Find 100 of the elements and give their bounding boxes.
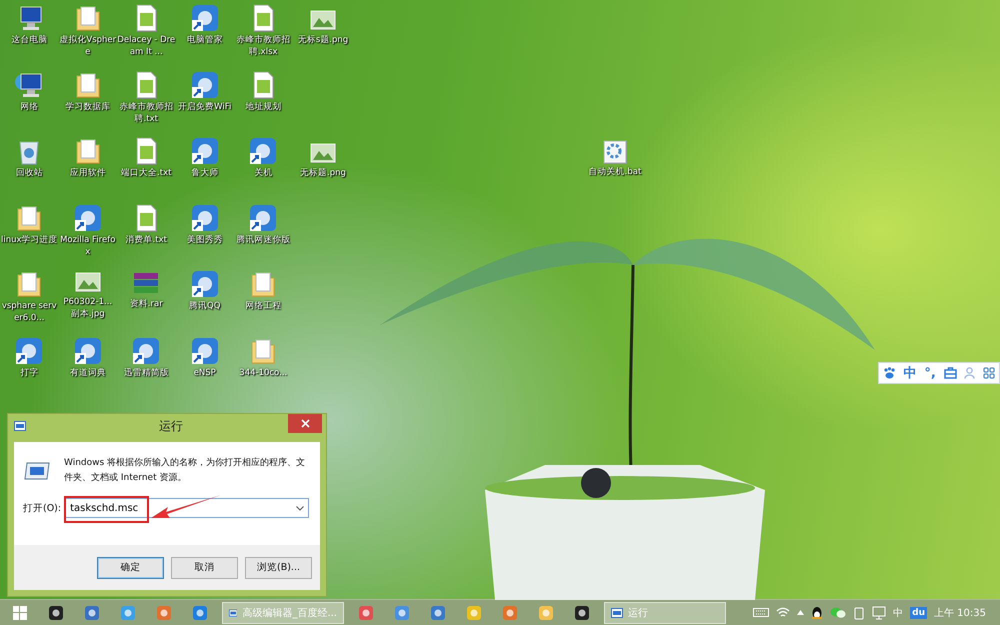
document-icon (134, 137, 158, 165)
windows-logo-icon[interactable] (13, 606, 27, 620)
punctuation-toggle[interactable]: °, (924, 366, 936, 380)
dialog-button[interactable]: 浏览(B)... (245, 556, 312, 578)
desktop-icon-label[interactable]: 这台电脑 (0, 34, 58, 46)
image-file-icon (74, 270, 101, 294)
dialog-title: 运行 (158, 418, 184, 434)
device-icon[interactable] (853, 606, 866, 620)
document-icon (251, 70, 276, 98)
desktop-icon-label[interactable]: 无标题.png (294, 167, 352, 179)
desktop-icon-label[interactable]: vsphare server6.0... (0, 300, 58, 324)
clock[interactable]: 上午 10:35 (934, 606, 986, 620)
network-icon[interactable] (872, 606, 886, 620)
archive-books-icon (132, 270, 160, 296)
close-button[interactable] (288, 414, 322, 433)
desktop-icon-label[interactable]: 开启免费WiFi (176, 100, 234, 112)
wifi-icon[interactable] (776, 607, 790, 618)
app-icon (74, 204, 102, 232)
folder-icon (16, 270, 42, 298)
folder-icon (250, 336, 276, 364)
ime-indicator[interactable]: 中 (893, 606, 904, 620)
desktop-icon-label[interactable]: 赤峰市教师招聘.txt (117, 100, 176, 124)
chevron-up-icon[interactable] (797, 610, 804, 615)
globe-monitor-icon (14, 70, 44, 98)
desktop-icon-label[interactable]: 学习数据库 (58, 100, 117, 112)
baidu-tray-icon[interactable]: du (910, 606, 927, 618)
gear-file-icon (603, 140, 627, 164)
desktop-icon-label[interactable]: 电脑管家 (176, 34, 234, 46)
app-icon (190, 70, 219, 98)
run-program-icon (24, 462, 50, 480)
desktop-icon-label[interactable]: 地址规划 (234, 100, 292, 112)
image-file-icon (310, 141, 336, 165)
app-icon (74, 336, 102, 364)
window-app-icon (611, 608, 623, 618)
desktop-icon-label[interactable]: 无标s题.png (294, 34, 352, 46)
desktop-icon-label[interactable]: 美图秀秀 (176, 234, 234, 246)
command-input-field[interactable]: taskschd.msc (65, 498, 309, 518)
desktop-icon-label[interactable]: 344-10co... (234, 366, 292, 378)
input-mode-toggle[interactable]: 中 (904, 364, 917, 382)
image-file-icon (310, 8, 336, 32)
document-icon (134, 4, 158, 32)
app-icon (132, 336, 160, 364)
desktop-icon-label[interactable]: 回收站 (0, 167, 58, 179)
desktop-icon-label[interactable]: 虚拟化Vsphere (58, 34, 117, 58)
dialog-description: Windows 将根据你所输入的名称，为你打开相应的程序、文件夹、文档或 Internet 资源。 (64, 456, 306, 485)
dropdown-caret-icon[interactable] (296, 506, 304, 510)
app-icon (190, 336, 219, 364)
document-icon (134, 70, 158, 98)
run-app-icon (14, 421, 26, 431)
user-icon[interactable] (964, 367, 976, 379)
desktop-icon-label[interactable]: 鲁大师 (176, 167, 234, 179)
desktop-icon-label[interactable]: P60302-1... 副本.jpg (58, 296, 117, 320)
desktop-icon-label[interactable]: 腾讯网迷你版 (234, 234, 292, 246)
document-icon (134, 204, 158, 232)
app-icon (190, 270, 219, 298)
desktop-icon-label[interactable]: 资料.rar (117, 298, 176, 310)
dialog-button[interactable]: 确定 (97, 556, 164, 578)
folder-icon (74, 137, 101, 165)
penguin-icon[interactable] (811, 606, 824, 620)
folder-icon (74, 70, 101, 98)
paw-icon[interactable] (882, 367, 896, 379)
app-icon (190, 137, 219, 165)
desktop-icon-label[interactable]: 网络 (0, 100, 58, 112)
desktop-icon-label[interactable]: 赤峰市教师招聘.xlsx (234, 34, 292, 58)
grid-menu-icon[interactable] (983, 367, 996, 379)
app-icon (249, 204, 278, 232)
document-icon (251, 4, 276, 32)
folder-icon (16, 204, 42, 232)
folder-icon (74, 4, 101, 32)
chat-bubble-icon[interactable] (830, 606, 846, 619)
desktop-icon-label[interactable]: 有道词典 (58, 366, 117, 378)
app-icon (15, 336, 44, 364)
desktop-icon-label[interactable]: Delacey - Dream It ... (117, 34, 176, 58)
close-icon (300, 419, 310, 428)
app-icon (190, 4, 219, 32)
desktop-icon-label[interactable]: 自动关机.bat (586, 166, 644, 178)
desktop-icon-label[interactable]: 端口大全.txt (117, 167, 176, 179)
desktop-icon-label[interactable]: 网络工程 (234, 300, 292, 312)
pointer-arrow (150, 494, 222, 520)
folder-icon (250, 270, 276, 298)
desktop-icon-label[interactable]: 关机 (234, 167, 292, 179)
open-label: 打开(O): (23, 502, 62, 514)
desktop-icon-label[interactable]: 消费单.txt (117, 234, 176, 246)
desktop-icon-label[interactable]: linux学习进度 (0, 234, 58, 246)
taskbar-window-button[interactable]: 高级编辑器_百度经... (222, 602, 344, 624)
toolbox-icon[interactable] (944, 367, 957, 379)
taskbar-window-button[interactable]: 运行 (604, 602, 726, 624)
taskbar-app-icon[interactable] (48, 604, 64, 620)
desktop-icon-label[interactable]: 应用软件 (58, 167, 117, 179)
desktop-icon-label[interactable]: 打字 (0, 366, 58, 378)
keyboard-icon[interactable] (753, 608, 770, 617)
window-app-icon (229, 608, 238, 618)
desktop-icon-label[interactable]: eNSP (176, 366, 234, 378)
app-icon (249, 137, 278, 165)
app-icon (190, 204, 219, 232)
desktop-icon-label[interactable]: 迅雷精简版 (117, 366, 176, 378)
desktop-icon-label[interactable]: Mozilla Firefox (58, 234, 117, 258)
taskbar-app-icon[interactable] (574, 604, 590, 620)
dialog-button[interactable]: 取消 (171, 556, 238, 578)
desktop-icon-label[interactable]: 腾讯QQ (176, 300, 234, 312)
